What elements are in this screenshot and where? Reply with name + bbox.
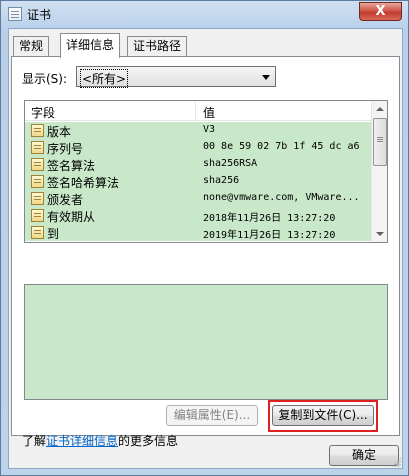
list-item[interactable]: 签名哈希算法 sha256	[25, 173, 372, 190]
certificate-details-link[interactable]: 证书详细信息	[46, 434, 118, 448]
field-value: sha256RSA	[203, 158, 258, 169]
edit-properties-button[interactable]: 编辑属性(E)...	[166, 405, 258, 426]
learn-more-prefix: 了解	[22, 434, 47, 448]
column-divider[interactable]	[195, 101, 196, 121]
list-header: 字段 值	[25, 101, 372, 121]
field-name: 签名哈希算法	[47, 176, 120, 190]
tab-certification-path[interactable]: 证书路径	[127, 36, 188, 56]
certificate-field-icon	[31, 226, 44, 239]
field-value: none@vmware.com, VMware...	[203, 192, 360, 203]
certificate-field-icon	[31, 124, 44, 137]
certificate-field-icon	[31, 158, 44, 171]
certificate-field-icon	[31, 209, 44, 222]
vertical-scrollbar[interactable]	[371, 101, 387, 242]
list-item[interactable]: 有效期从 2018年11月26日 13:27:20	[25, 207, 372, 224]
certificate-field-icon	[31, 192, 44, 205]
certificate-window: 证书 X 常规 详细信息 证书路径 显示(S): <所有> 字段 值 版本 V3…	[0, 0, 409, 476]
scrollbar-thumb[interactable]	[373, 118, 387, 166]
certificate-field-icon	[31, 175, 44, 188]
field-name: 序列号	[47, 142, 84, 156]
tab-details[interactable]: 详细信息	[60, 33, 121, 58]
field-detail-box[interactable]	[24, 284, 388, 400]
copy-to-file-button[interactable]: 复制到文件(C)...	[272, 405, 374, 426]
field-name: 有效期从	[47, 210, 96, 224]
title-bar: 证书 X	[1, 1, 408, 27]
show-dropdown[interactable]: <所有>	[76, 66, 276, 88]
certificate-field-icon	[31, 141, 44, 154]
field-value: V3	[203, 124, 216, 135]
field-value: 00 8e 59 02 7b 1f 45 dc a6	[203, 141, 360, 152]
list-item[interactable]: 序列号 00 8e 59 02 7b 1f 45 dc a6	[25, 139, 372, 156]
scroll-down-arrow-icon[interactable]	[372, 226, 387, 242]
list-item[interactable]: 颁发者 none@vmware.com, VMware...	[25, 190, 372, 207]
scroll-up-arrow-icon[interactable]	[372, 101, 387, 117]
field-name: 到	[47, 227, 60, 241]
list-item[interactable]: 签名算法 sha256RSA	[25, 156, 372, 173]
field-list[interactable]: 字段 值 版本 V3 序列号 00 8e 59 02 7b 1f 45 dc a…	[24, 100, 388, 243]
field-name: 签名算法	[47, 159, 96, 173]
column-header-field[interactable]: 字段	[31, 104, 55, 121]
show-dropdown-value: <所有>	[79, 69, 129, 88]
list-item[interactable]: 版本 V3	[25, 122, 372, 139]
field-rows: 版本 V3 序列号 00 8e 59 02 7b 1f 45 dc a6 签名算…	[25, 122, 372, 241]
field-name: 版本	[47, 125, 72, 139]
column-header-value[interactable]: 值	[203, 104, 215, 121]
certificate-icon	[8, 7, 22, 21]
learn-more-suffix: 的更多信息	[118, 434, 179, 448]
learn-more-line: 了解证书详细信息的更多信息	[22, 432, 178, 449]
details-panel: 显示(S): <所有> 字段 值 版本 V3 序列号 00 8e 59 02 7…	[11, 56, 400, 448]
window-title: 证书	[27, 8, 52, 22]
field-value: sha256	[203, 175, 240, 186]
field-name: 颁发者	[47, 193, 84, 207]
chevron-down-icon	[262, 75, 270, 80]
show-label: 显示(S):	[22, 72, 68, 86]
dialog-body: 常规 详细信息 证书路径 显示(S): <所有> 字段 值 版本 V3 序列号 …	[8, 28, 403, 469]
close-button[interactable]: X	[359, 2, 402, 21]
field-value: 2019年11月26日 13:27:20	[203, 230, 336, 241]
tab-general[interactable]: 常规	[13, 36, 50, 56]
ok-button[interactable]: 确定	[329, 445, 399, 466]
list-item[interactable]: 到 2019年11月26日 13:27:20	[25, 224, 372, 241]
field-value: 2018年11月26日 13:27:20	[203, 213, 336, 224]
